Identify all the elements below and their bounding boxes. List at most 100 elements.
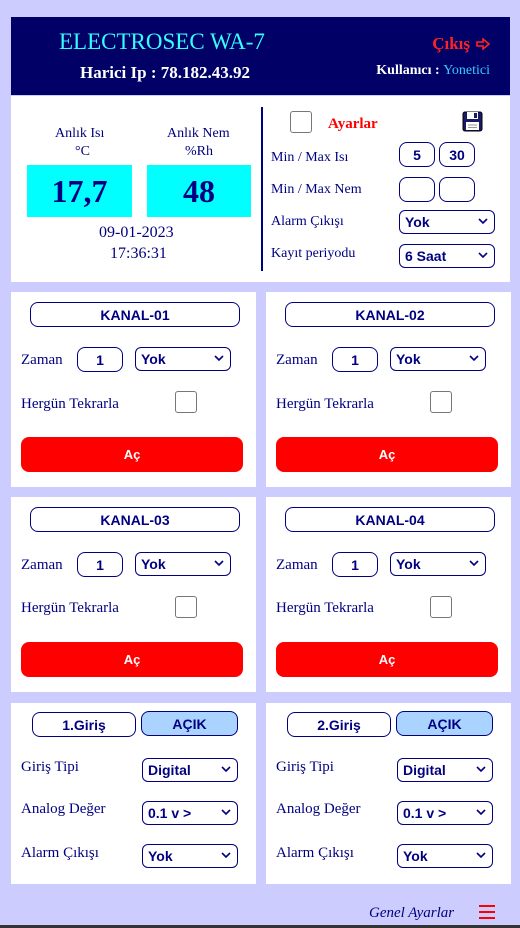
logout-button[interactable]: Çıkış [432,34,490,54]
humidity-label: Anlık Nem [167,126,230,141]
app-title: ELECTROSEC WA-7 [59,29,265,54]
time-unit-select[interactable]: Yok [135,347,231,371]
channel-title: KANAL-04 [285,507,495,532]
alarm-output-label: Alarm Çıkışı [271,214,344,229]
chevron-down-icon [221,809,231,816]
analog-value-value: 0.1 v > [403,805,447,821]
alarm-output-select[interactable]: Yok [399,210,495,234]
record-period-select[interactable]: 6 Saat [399,244,495,268]
temp-unit: °C [75,144,90,159]
channel-title: KANAL-02 [285,302,495,327]
time-unit-value: Yok [396,351,421,367]
repeat-daily-checkbox[interactable] [175,596,197,618]
chevron-down-icon [478,218,488,225]
analog-value-label: Analog Değer [21,801,106,817]
input-alarm-select[interactable]: Yok [142,844,238,868]
chevron-down-icon [469,355,479,362]
input-alarm-label: Alarm Çıkışı [21,845,99,861]
channel-open-button[interactable]: Aç [276,642,498,677]
user-name: Yonetici [443,63,490,78]
repeat-daily-label: Hergün Tekrarla [276,396,374,412]
analog-value-select[interactable]: 0.1 v > [397,801,493,825]
chevron-down-icon [476,766,486,773]
chevron-down-icon [476,852,486,859]
time-label: Zaman [21,557,63,573]
min-hum-input[interactable] [399,177,435,202]
time-input[interactable]: 1 [77,347,123,372]
repeat-daily-checkbox[interactable] [430,391,452,413]
input-alarm-value: Yok [403,848,428,864]
time-label: Zaman [276,352,318,368]
input-type-label: Giriş Tipi [21,759,79,775]
input-type-select[interactable]: Digital [397,758,493,782]
alarm-output-value: Yok [405,214,430,230]
chevron-down-icon [476,809,486,816]
time-unit-select[interactable]: Yok [390,552,486,576]
repeat-daily-label: Hergün Tekrarla [21,600,119,616]
max-hum-input[interactable] [439,177,475,202]
input-alarm-label: Alarm Çıkışı [276,845,354,861]
chevron-down-icon [221,766,231,773]
temp-reading: 17,7 [27,165,132,217]
current-time: 17:36:31 [110,245,167,262]
temp-label: Anlık Isı [55,126,105,141]
min-temp-input[interactable]: 5 [399,142,435,167]
chevron-down-icon [214,560,224,567]
input-state-button[interactable]: AÇIK [396,711,493,736]
channel-title: KANAL-01 [30,302,240,327]
time-unit-select[interactable]: Yok [135,552,231,576]
logout-label: Çıkış [432,34,470,53]
divider [261,107,263,271]
time-unit-value: Yok [141,556,166,572]
minmax-hum-label: Min / Max Nem [271,182,362,197]
time-label: Zaman [21,352,63,368]
input-type-select[interactable]: Digital [142,758,238,782]
humidity-reading: 48 [147,165,251,217]
time-input[interactable]: 1 [332,552,378,577]
record-period-value: 6 Saat [405,248,447,264]
input-type-label: Giriş Tipi [276,759,334,775]
humidity-unit: %Rh [185,144,213,159]
settings-title: Ayarlar [328,116,378,132]
input-alarm-select[interactable]: Yok [397,844,493,868]
external-ip: Harici Ip : 78.182.43.92 [80,63,250,82]
chevron-down-icon [221,852,231,859]
channel-open-button[interactable]: Aç [21,437,243,472]
analog-value-value: 0.1 v > [148,805,192,821]
analog-value-label: Analog Değer [276,801,361,817]
max-temp-input[interactable]: 30 [439,142,475,167]
input-type-value: Digital [148,762,191,778]
time-unit-value: Yok [141,351,166,367]
general-settings-link[interactable]: Genel Ayarlar [369,905,454,922]
time-input[interactable]: 1 [332,347,378,372]
record-period-label: Kayıt periyodu [271,246,356,261]
minmax-temp-label: Min / Max Isı [271,150,349,165]
chevron-down-icon [469,560,479,567]
settings-checkbox[interactable] [290,111,312,133]
current-date: 09-01-2023 [99,224,174,241]
user-info: Kullanıcı : Yonetici [376,63,490,79]
app-header: ELECTROSEC WA-7 Harici Ip : 78.182.43.92… [11,17,510,95]
channel-open-button[interactable]: Aç [21,642,243,677]
input-title: 1.Giriş [32,712,136,737]
user-label: Kullanıcı : [376,63,440,78]
repeat-daily-label: Hergün Tekrarla [21,396,119,412]
analog-value-select[interactable]: 0.1 v > [142,801,238,825]
input-alarm-value: Yok [148,848,173,864]
save-icon[interactable] [462,111,483,132]
input-title: 2.Giriş [287,712,391,737]
repeat-daily-label: Hergün Tekrarla [276,600,374,616]
chevron-down-icon [478,252,488,259]
hamburger-menu-icon[interactable] [478,903,496,921]
time-label: Zaman [276,557,318,573]
input-state-button[interactable]: AÇIK [141,711,238,736]
logout-arrow-icon [476,38,490,50]
repeat-daily-checkbox[interactable] [430,596,452,618]
chevron-down-icon [214,355,224,362]
time-unit-select[interactable]: Yok [390,347,486,371]
repeat-daily-checkbox[interactable] [175,391,197,413]
time-input[interactable]: 1 [77,552,123,577]
channel-title: KANAL-03 [30,507,240,532]
input-type-value: Digital [403,762,446,778]
channel-open-button[interactable]: Aç [276,437,498,472]
